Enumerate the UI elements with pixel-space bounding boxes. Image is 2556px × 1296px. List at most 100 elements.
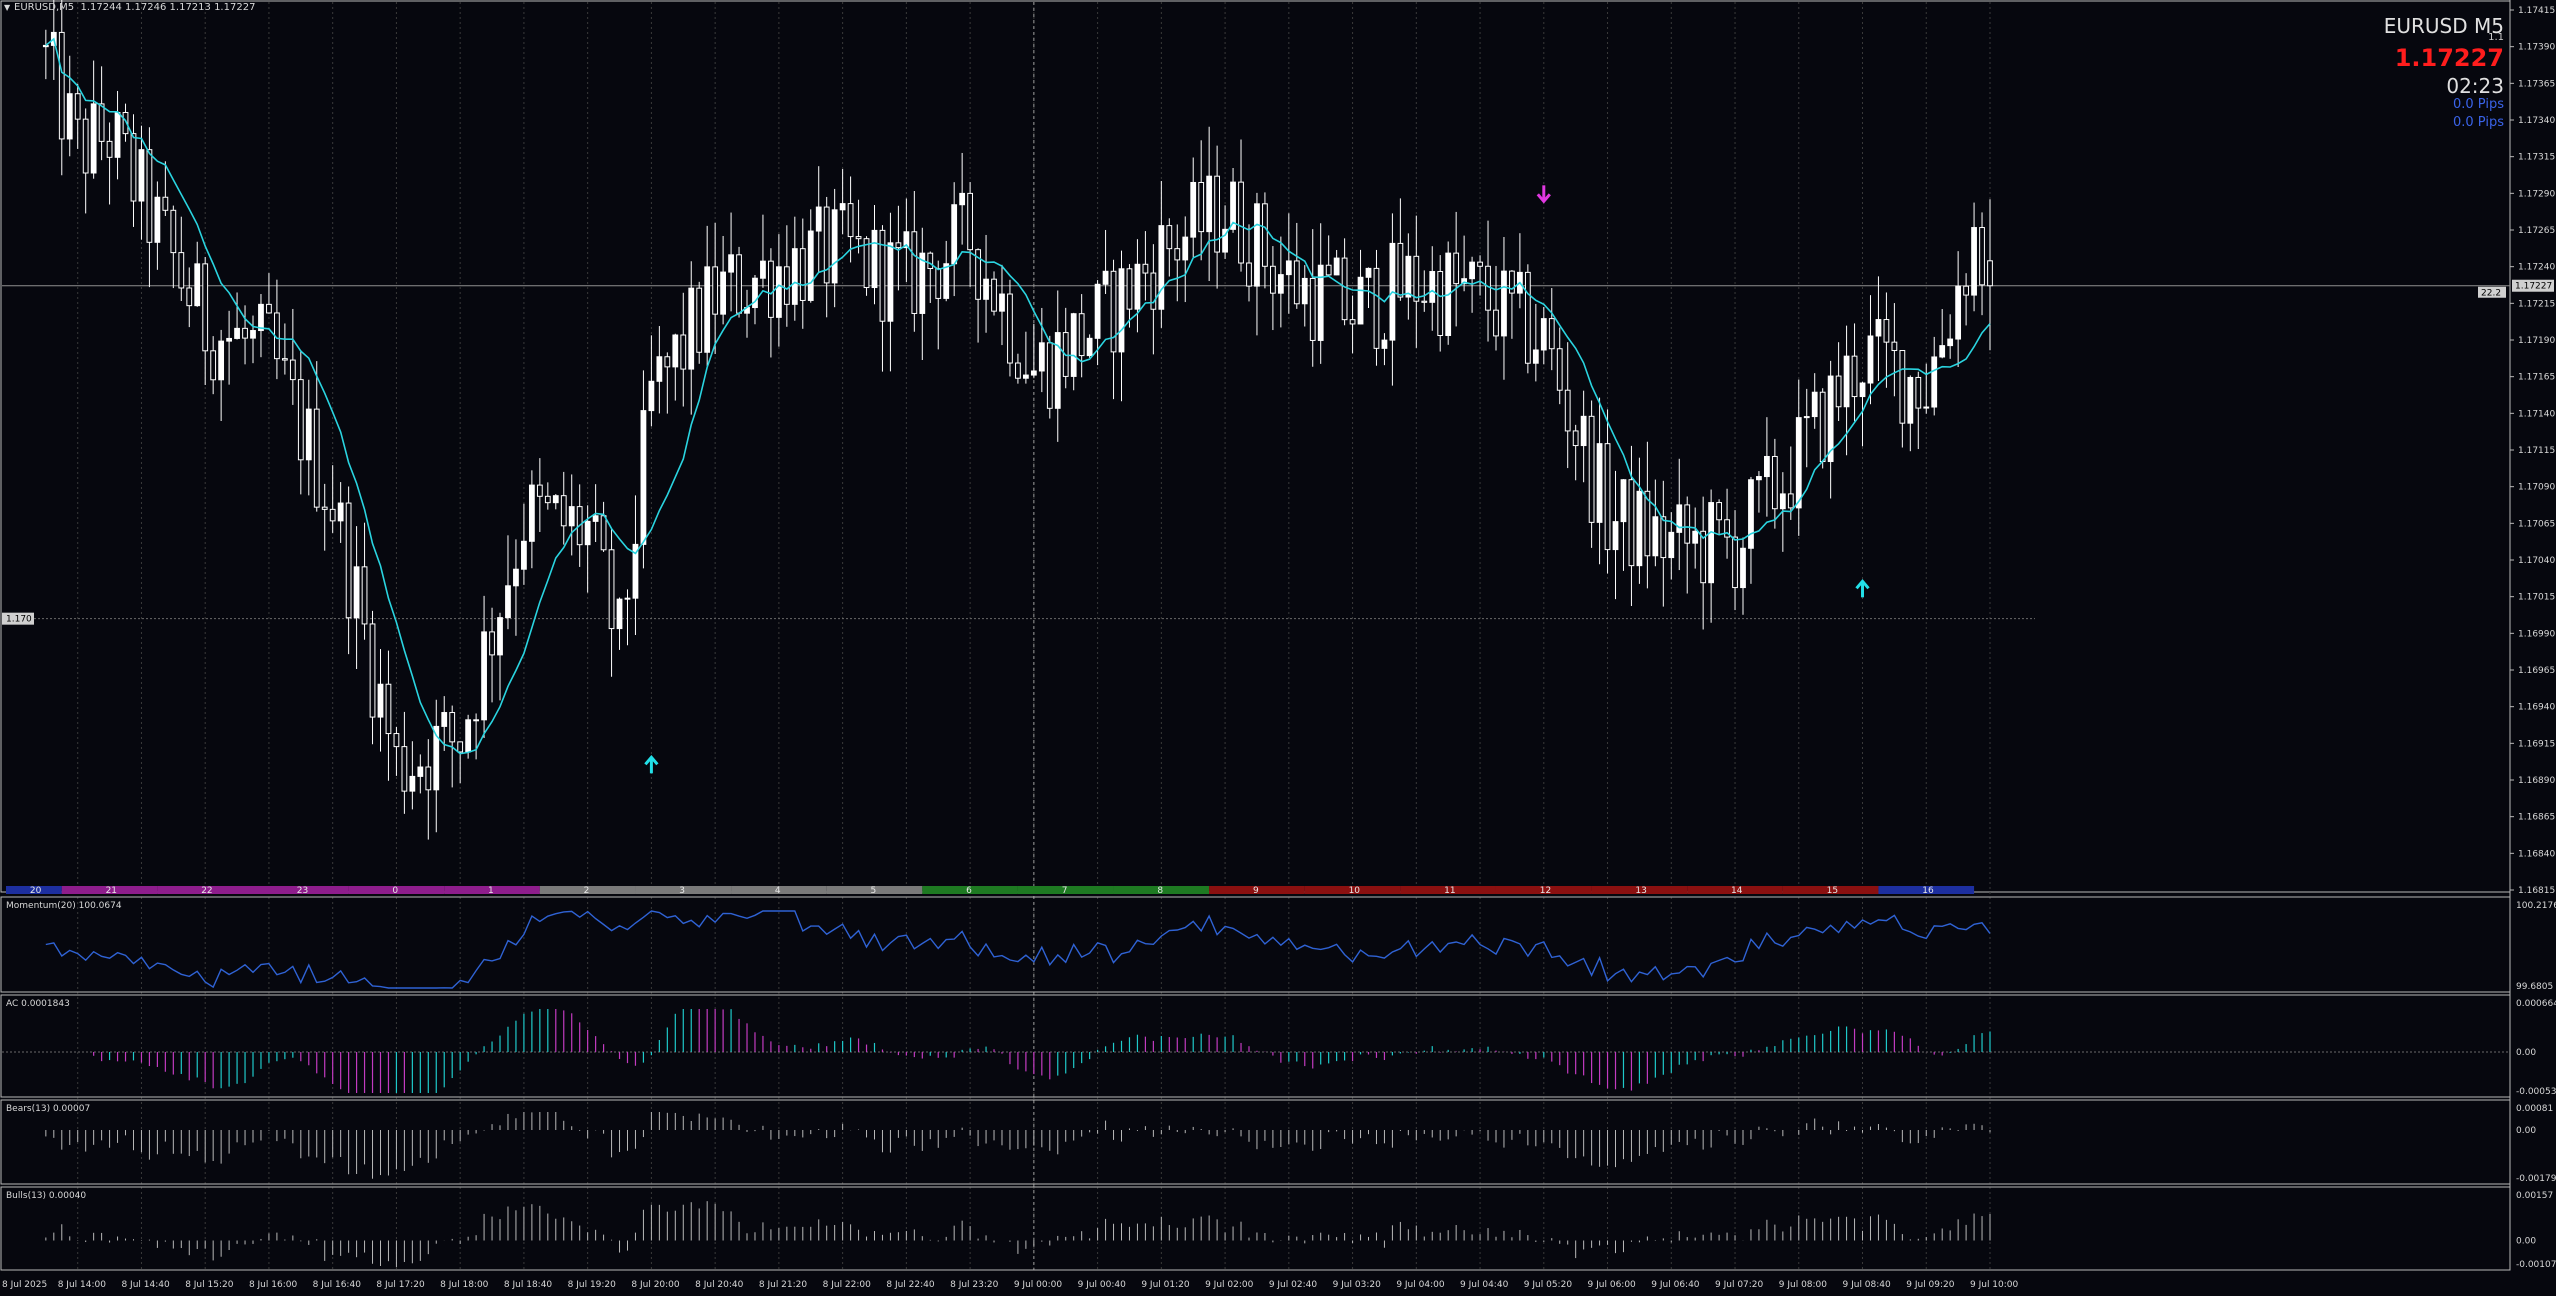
bull-candle xyxy=(1277,274,1284,294)
bear-candle xyxy=(58,31,65,140)
time-axis-label: 9 Jul 00:40 xyxy=(1078,1280,1127,1290)
bear-candle xyxy=(202,263,209,352)
bear-candle xyxy=(799,248,806,301)
bull-candle xyxy=(505,585,511,619)
bear-candle xyxy=(489,631,495,656)
bull-candle xyxy=(1875,319,1882,337)
bull-candle xyxy=(1596,443,1603,523)
hour-bar-label: 21 xyxy=(106,886,117,896)
bull-candle xyxy=(1756,476,1762,481)
bull-candle xyxy=(409,775,416,792)
bear-candle xyxy=(361,566,368,625)
time-axis-label: 9 Jul 00:00 xyxy=(1014,1280,1063,1290)
bear-candle xyxy=(1397,242,1404,298)
price-axis-label: 1.17140 xyxy=(2518,409,2555,419)
hour-bar-label: 13 xyxy=(1635,886,1646,896)
spread-label: 1.1 xyxy=(2488,32,2504,43)
time-axis-label: 9 Jul 06:00 xyxy=(1588,1280,1637,1290)
price-axis-label: 1.16915 xyxy=(2518,739,2555,749)
bull-candle xyxy=(1301,277,1308,305)
bear-candle xyxy=(1891,341,1898,352)
bulls-label: Bulls(13) 0.00040 xyxy=(6,1191,86,1201)
chart-menu-icon[interactable]: ▼ xyxy=(4,3,10,12)
bull-candle xyxy=(1923,406,1930,409)
bull-candle xyxy=(1740,547,1746,589)
bull-candle xyxy=(919,252,926,314)
trading-chart[interactable]: 1.174151.173901.173651.173401.173151.172… xyxy=(0,0,2556,1296)
bear-candle xyxy=(608,549,615,630)
time-axis-label: 9 Jul 03:20 xyxy=(1333,1280,1382,1290)
momentum-line xyxy=(45,910,1991,989)
price-axis-label: 1.17115 xyxy=(2518,446,2555,456)
bull-candle xyxy=(568,506,575,527)
price-axis-label: 1.17240 xyxy=(2518,263,2555,273)
bull-candle xyxy=(1182,236,1189,261)
time-axis-label: 8 Jul 15:20 xyxy=(185,1280,234,1290)
ac-scale-top: 0.000664 xyxy=(2516,999,2556,1009)
bear-candle xyxy=(1979,227,1985,286)
buy-arrow-icon xyxy=(644,755,659,774)
time-axis-label: 9 Jul 07:20 xyxy=(1715,1280,1764,1290)
bull-candle xyxy=(1365,267,1372,278)
bull-candle xyxy=(194,263,201,307)
bear-candle xyxy=(1437,271,1444,336)
bear-candle xyxy=(449,712,456,743)
time-axis-label: 9 Jul 02:00 xyxy=(1205,1280,1254,1290)
bull-candle xyxy=(760,260,766,279)
bear-candle xyxy=(1413,255,1420,302)
bull-candle xyxy=(1022,374,1029,379)
bull-candle xyxy=(552,495,559,504)
bear-candle xyxy=(1373,267,1380,349)
bull-candle xyxy=(1429,271,1436,303)
bull-candle xyxy=(1779,493,1786,510)
price-axis-label: 1.17015 xyxy=(2518,593,2555,603)
price-axis-label: 1.16940 xyxy=(2518,703,2555,713)
bear-candle xyxy=(74,93,81,120)
price-axis-label: 1.16965 xyxy=(2518,666,2555,676)
bull-candle xyxy=(839,203,846,211)
price-axis-label: 1.16815 xyxy=(2518,886,2555,896)
hour-bar-label: 7 xyxy=(1062,886,1068,896)
price-axis-label: 1.17190 xyxy=(2518,336,2555,346)
bear-candle xyxy=(1771,455,1778,510)
bears-panel-frame xyxy=(0,1099,2511,1185)
bear-candle xyxy=(600,515,607,551)
price-axis-label: 1.17365 xyxy=(2518,79,2555,89)
bull-candle xyxy=(1285,260,1292,276)
bears-label: Bears(13) 0.00007 xyxy=(6,1104,90,1114)
hour-bar-label: 12 xyxy=(1540,886,1551,896)
momentum-panel-frame xyxy=(0,896,2511,993)
bull-candle xyxy=(1086,337,1093,357)
bull-candle xyxy=(138,149,145,202)
bull-candle xyxy=(234,327,240,339)
bull-candle xyxy=(791,248,798,305)
bull-candle xyxy=(831,209,838,284)
bear-candle xyxy=(1732,536,1738,589)
bull-candle xyxy=(688,287,695,370)
bull-candle xyxy=(640,410,647,545)
bull-candle xyxy=(1206,175,1213,233)
bear-candle xyxy=(178,252,185,289)
bull-candle xyxy=(1038,342,1045,372)
time-axis-label: 8 Jul 22:40 xyxy=(886,1280,935,1290)
bull-candle xyxy=(417,766,424,777)
bear-candle xyxy=(664,356,671,368)
price-axis-label: 1.17415 xyxy=(2518,6,2555,16)
bear-candle xyxy=(473,719,479,722)
time-axis-label: 8 Jul 23:20 xyxy=(950,1280,999,1290)
ac-panel-frame xyxy=(0,994,2511,1098)
bear-candle xyxy=(1819,391,1826,463)
bear-candle xyxy=(1214,175,1221,253)
bull-candle xyxy=(1947,338,1954,347)
bear-candle xyxy=(1150,272,1157,310)
price-axis-label: 1.17290 xyxy=(2518,189,2555,199)
bear-candle xyxy=(1963,285,1969,296)
bear-candle xyxy=(385,683,392,735)
momentum-scale-bottom: 99.6805 xyxy=(2516,982,2553,992)
bull-candle xyxy=(305,408,312,461)
bull-candle xyxy=(1532,349,1539,364)
bear-candle xyxy=(1716,502,1722,521)
ac-scale-bottom: -0.000531 xyxy=(2516,1087,2556,1097)
hour-bar-label: 22 xyxy=(201,886,212,896)
bear-candle xyxy=(1110,270,1117,353)
